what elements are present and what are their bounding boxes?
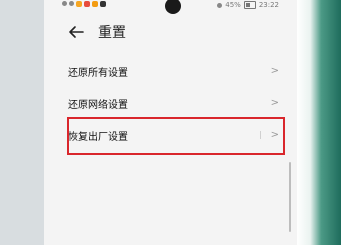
- header: 重置: [68, 20, 126, 44]
- eye-icon: [217, 2, 223, 8]
- status-right-icons: 45% 23:22: [217, 1, 279, 9]
- clock: 23:22: [258, 1, 279, 9]
- status-bar: 45% 23:22: [44, 0, 297, 14]
- list-item-reset-all-settings[interactable]: 还原所有设置 >: [44, 55, 297, 87]
- page-title: 重置: [98, 25, 126, 41]
- chevron-right-icon: >: [270, 65, 279, 77]
- wifi-icon: [69, 1, 74, 6]
- device-frame-left: [0, 0, 44, 245]
- app-notification-icon: [84, 1, 90, 7]
- status-left-icons: [62, 1, 106, 7]
- signal-icon: [62, 1, 67, 6]
- item-label: 还原所有设置: [68, 67, 128, 79]
- app-notification-icon: [92, 1, 98, 7]
- chevron-right-icon: >: [270, 97, 279, 109]
- highlight-box: [67, 117, 285, 155]
- app-notification-icon: [76, 1, 82, 7]
- scrollbar[interactable]: [289, 162, 291, 232]
- battery-icon: [243, 1, 256, 9]
- item-label: 还原网络设置: [68, 99, 128, 111]
- list-item-reset-network-settings[interactable]: 还原网络设置 >: [44, 87, 297, 119]
- app-notification-icon: [100, 1, 106, 7]
- front-camera: [165, 0, 181, 14]
- battery-percent: 45%: [225, 1, 241, 9]
- device-frame-right: [297, 0, 341, 245]
- arrow-left-icon[interactable]: [68, 24, 84, 40]
- phone-screen: 45% 23:22 重置 还原所有设置 > 还原网络设置 > 恢复出厂设置 >: [44, 0, 297, 245]
